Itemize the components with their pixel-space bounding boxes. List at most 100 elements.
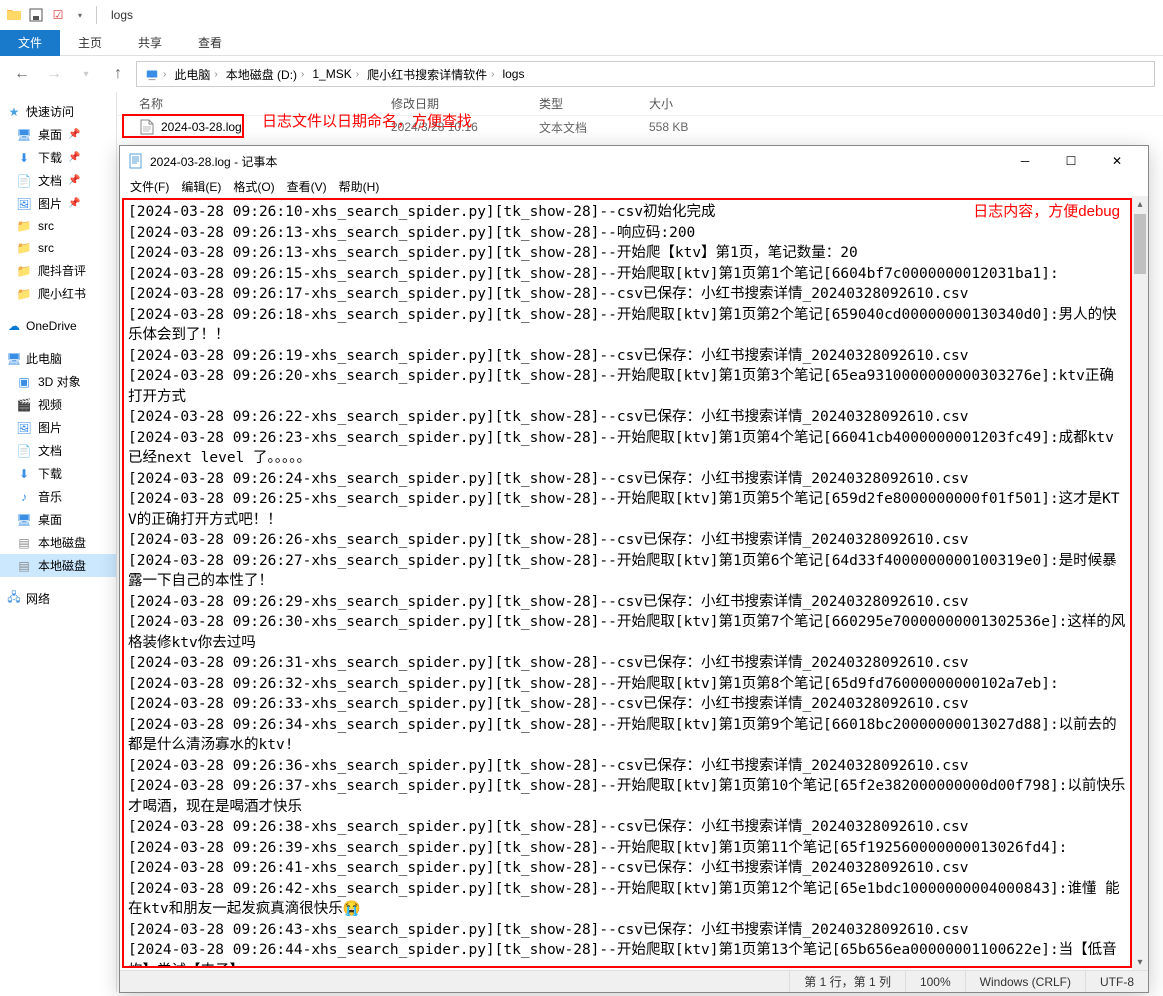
notepad-icon [128, 153, 144, 169]
sidebar-item-documents[interactable]: 📄文档📌 [0, 169, 116, 192]
menu-edit[interactable]: 编辑(E) [175, 178, 227, 195]
file-name: 2024-03-28.log [161, 120, 242, 134]
scroll-up-button[interactable]: ▴ [1132, 196, 1148, 212]
menu-format[interactable]: 格式(O) [227, 178, 280, 195]
text-file-icon [139, 119, 155, 135]
column-date[interactable]: 修改日期 [383, 95, 531, 112]
column-name[interactable]: 名称 [131, 95, 383, 112]
scroll-down-button[interactable]: ▾ [1132, 954, 1148, 970]
sidebar-item-desktop[interactable]: 🖥桌面📌 [0, 123, 116, 146]
breadcrumb-segment[interactable]: 此电脑› [170, 66, 221, 83]
sidebar-this-pc[interactable]: 🖥此电脑 [0, 347, 116, 370]
qat-save-icon[interactable] [26, 5, 46, 25]
picture-icon: 🖼 [16, 196, 32, 212]
download-icon: ⬇ [16, 150, 32, 166]
drive-icon: ▤ [16, 535, 32, 551]
sidebar-item-videos[interactable]: 🎬视频 [0, 393, 116, 416]
sidebar-item-pictures[interactable]: 🖼图片📌 [0, 192, 116, 215]
sidebar-item-drive[interactable]: ▤本地磁盘 [0, 531, 116, 554]
status-eol: Windows (CRLF) [965, 971, 1085, 992]
column-size[interactable]: 大小 [641, 95, 741, 112]
pin-icon: 📌 [68, 175, 80, 186]
sidebar-item-folder[interactable]: 📁src [0, 237, 116, 259]
menu-file[interactable]: 文件(F) [124, 178, 175, 195]
folder-icon [4, 5, 24, 25]
sidebar-network[interactable]: 🖧网络 [0, 587, 116, 610]
download-icon: ⬇ [16, 466, 32, 482]
sidebar-item-downloads[interactable]: ⬇下载📌 [0, 146, 116, 169]
tab-share[interactable]: 共享 [120, 30, 180, 56]
pin-icon: 📌 [68, 129, 80, 140]
nav-recent-dropdown[interactable]: ▾ [72, 60, 100, 88]
address-bar-row: ← → ▾ ↑ › 此电脑› 本地磁盘 (D:)› 1_MSK› 爬小红书搜索详… [0, 56, 1163, 92]
document-icon: 📄 [16, 443, 32, 459]
video-icon: 🎬 [16, 397, 32, 413]
column-type[interactable]: 类型 [531, 95, 641, 112]
sidebar-item-folder[interactable]: 📁爬小红书 [0, 282, 116, 305]
sidebar-onedrive[interactable]: ☁OneDrive [0, 315, 116, 337]
folder-icon: 📁 [16, 286, 32, 302]
desktop-icon: 🖥 [16, 512, 32, 528]
menu-help[interactable]: 帮助(H) [333, 178, 386, 195]
qat-dropdown-icon[interactable]: ▾ [70, 5, 90, 25]
maximize-button[interactable]: ☐ [1048, 146, 1094, 176]
file-row[interactable]: 2024-03-28.log 2024/3/28 10:16 文本文档 558 … [117, 116, 1163, 138]
sidebar-item-desktop[interactable]: 🖥桌面 [0, 508, 116, 531]
sidebar-item-downloads[interactable]: ⬇下载 [0, 462, 116, 485]
breadcrumb-root-icon[interactable]: › [141, 67, 170, 81]
notepad-title: 2024-03-28.log - 记事本 [150, 153, 1002, 170]
cloud-icon: ☁ [6, 318, 22, 334]
breadcrumb-segment[interactable]: 爬小红书搜索详情软件› [363, 66, 498, 83]
notepad-titlebar[interactable]: 2024-03-28.log - 记事本 ─ ☐ ✕ [120, 146, 1148, 176]
breadcrumb-segment[interactable]: logs [498, 67, 528, 81]
file-type: 文本文档 [531, 119, 641, 136]
column-headers: 名称 修改日期 类型 大小 [117, 92, 1163, 116]
window-title: logs [111, 8, 133, 22]
notepad-content-area: 日志内容，方便debug [2024-03-28 09:26:10-xhs_se… [120, 196, 1148, 970]
sidebar-item-folder[interactable]: 📁src [0, 215, 116, 237]
pin-icon: 📌 [68, 198, 80, 209]
desktop-icon: 🖥 [16, 127, 32, 143]
breadcrumb-segment[interactable]: 1_MSK› [308, 67, 363, 81]
file-size: 558 KB [641, 120, 741, 134]
picture-icon: 🖼 [16, 420, 32, 436]
document-icon: 📄 [16, 173, 32, 189]
minimize-button[interactable]: ─ [1002, 146, 1048, 176]
tab-view[interactable]: 查看 [180, 30, 240, 56]
scrollbar-vertical[interactable]: ▴ ▾ [1132, 196, 1148, 970]
music-icon: ♪ [16, 489, 32, 505]
folder-icon: 📁 [16, 263, 32, 279]
sidebar-item-folder[interactable]: 📁爬抖音评 [0, 259, 116, 282]
qat-check-icon[interactable]: ☑ [48, 5, 68, 25]
nav-forward-button[interactable]: → [40, 60, 68, 88]
scroll-thumb[interactable] [1134, 214, 1146, 274]
nav-up-button[interactable]: ↑ [104, 60, 132, 88]
status-zoom: 100% [905, 971, 965, 992]
sidebar-quick-access[interactable]: ★ 快速访问 [0, 100, 116, 123]
drive-icon: ▤ [16, 558, 32, 574]
divider [96, 6, 97, 24]
notepad-window: 2024-03-28.log - 记事本 ─ ☐ ✕ 文件(F) 编辑(E) 格… [119, 145, 1149, 993]
pin-icon: 📌 [68, 152, 80, 163]
folder-icon: 📁 [16, 240, 32, 256]
sidebar-item-music[interactable]: ♪音乐 [0, 485, 116, 508]
nav-back-button[interactable]: ← [8, 60, 36, 88]
network-icon: 🖧 [6, 591, 22, 607]
sidebar-item-drive[interactable]: ▤本地磁盘 [0, 554, 116, 577]
notepad-menubar: 文件(F) 编辑(E) 格式(O) 查看(V) 帮助(H) [120, 176, 1148, 196]
tab-file[interactable]: 文件 [0, 30, 60, 56]
close-button[interactable]: ✕ [1094, 146, 1140, 176]
star-icon: ★ [6, 104, 22, 120]
explorer-titlebar: ☑ ▾ logs [0, 0, 1163, 30]
file-date: 2024/3/28 10:16 [383, 120, 531, 134]
sidebar-item-documents[interactable]: 📄文档 [0, 439, 116, 462]
notepad-text-content[interactable]: [2024-03-28 09:26:10-xhs_search_spider.p… [122, 198, 1132, 968]
menu-view[interactable]: 查看(V) [281, 178, 333, 195]
breadcrumb-segment[interactable]: 本地磁盘 (D:)› [222, 66, 309, 83]
sidebar: ★ 快速访问 🖥桌面📌 ⬇下载📌 📄文档📌 🖼图片📌 📁src 📁src 📁爬抖… [0, 92, 117, 992]
notepad-statusbar: 第 1 行，第 1 列 100% Windows (CRLF) UTF-8 [120, 970, 1148, 992]
sidebar-item-3d[interactable]: ▣3D 对象 [0, 370, 116, 393]
breadcrumb[interactable]: › 此电脑› 本地磁盘 (D:)› 1_MSK› 爬小红书搜索详情软件› log… [136, 61, 1155, 87]
tab-home[interactable]: 主页 [60, 30, 120, 56]
sidebar-item-pictures[interactable]: 🖼图片 [0, 416, 116, 439]
